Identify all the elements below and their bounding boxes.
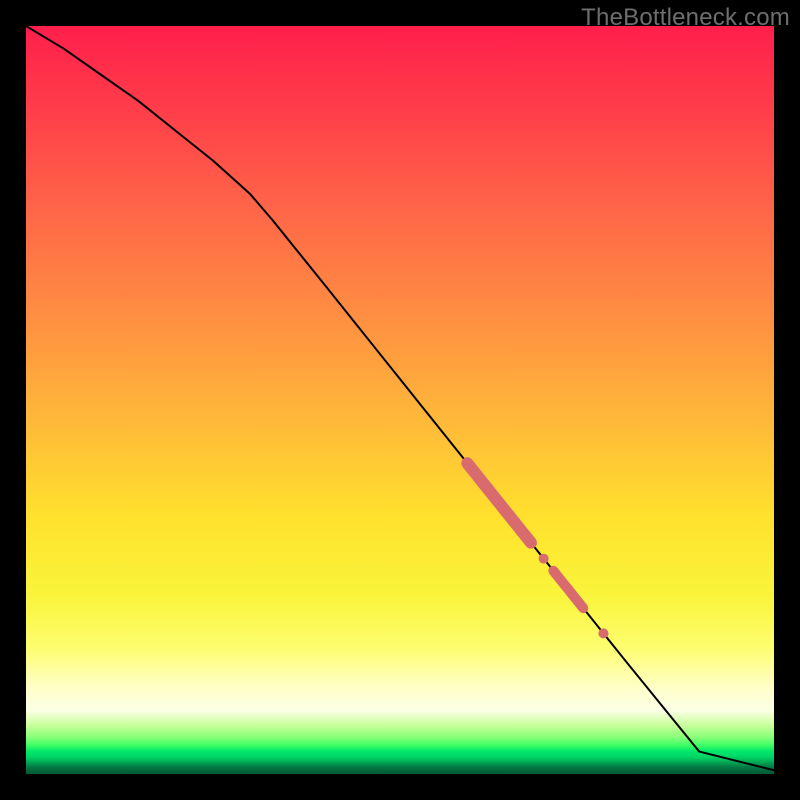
plot-area [26,26,774,774]
chart-stage: TheBottleneck.com [0,0,800,800]
